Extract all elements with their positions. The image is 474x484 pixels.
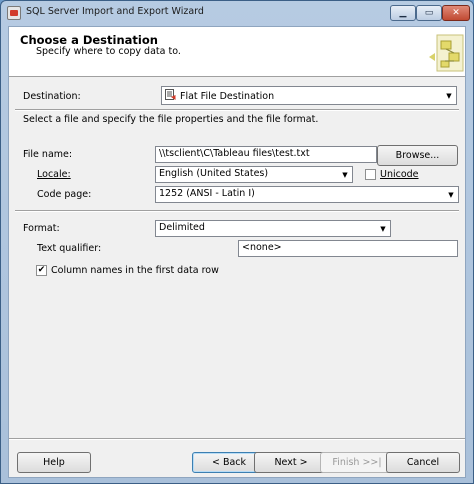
unicode-checkbox[interactable] [365, 169, 376, 180]
page-subtitle: Specify where to copy data to. [36, 46, 181, 57]
browse-button[interactable]: Browse... [377, 145, 458, 166]
code-page-value: 1252 (ANSI - Latin I) [159, 188, 255, 199]
file-name-input[interactable]: \\tsclient\C\Tableau files\test.txt [155, 146, 377, 163]
format-label: Format: [23, 223, 60, 234]
locale-value: English (United States) [159, 168, 269, 179]
finish-button[interactable]: Finish >>| [320, 452, 394, 473]
unicode-label: Unicode [380, 169, 419, 180]
next-button[interactable]: Next > [254, 452, 328, 473]
code-page-label: Code page: [37, 189, 92, 200]
column-names-checkbox[interactable]: ✔ [36, 265, 47, 276]
locale-label: Locale: [37, 169, 71, 180]
title-bar[interactable]: SQL Server Import and Export Wizard ▁ ▭ … [1, 1, 473, 25]
chevron-down-icon[interactable]: ▼ [338, 167, 352, 182]
destination-label: Destination: [23, 91, 81, 102]
code-page-combo[interactable]: 1252 (ANSI - Latin I) ▼ [155, 186, 459, 203]
format-value: Delimited [159, 222, 205, 233]
chevron-down-icon[interactable]: ▼ [444, 187, 458, 202]
page-header: Choose a Destination Specify where to co… [9, 27, 465, 77]
wizard-client-area: Choose a Destination Specify where to co… [8, 26, 466, 478]
cancel-button[interactable]: Cancel [386, 452, 460, 473]
page-title: Choose a Destination [20, 33, 158, 47]
format-combo[interactable]: Delimited ▼ [155, 220, 391, 237]
text-qualifier-input[interactable]: <none> [238, 240, 458, 257]
chevron-down-icon[interactable]: ▼ [442, 87, 456, 104]
locale-combo[interactable]: English (United States) ▼ [155, 166, 353, 183]
column-names-label: Column names in the first data row [51, 265, 219, 276]
maximize-button[interactable]: ▭ [416, 5, 442, 21]
window-title: SQL Server Import and Export Wizard [26, 6, 204, 17]
close-button[interactable]: ✕ [442, 5, 470, 21]
app-icon [7, 6, 21, 20]
instruction-text: Select a file and specify the file prope… [23, 114, 319, 125]
chevron-down-icon[interactable]: ▼ [376, 221, 390, 236]
separator-footer [9, 438, 465, 440]
wizard-window: SQL Server Import and Export Wizard ▁ ▭ … [0, 0, 474, 484]
file-name-label: File name: [23, 149, 73, 160]
help-button[interactable]: Help [17, 452, 91, 473]
flat-file-icon [165, 89, 176, 100]
minimize-button[interactable]: ▁ [390, 5, 416, 21]
wizard-graphic-icon [429, 34, 464, 72]
destination-combo[interactable]: Flat File Destination ▼ [161, 86, 457, 105]
text-qualifier-label: Text qualifier: [37, 243, 102, 254]
destination-value: Flat File Destination [180, 91, 275, 102]
separator-top [15, 109, 459, 111]
separator-middle [15, 210, 459, 212]
